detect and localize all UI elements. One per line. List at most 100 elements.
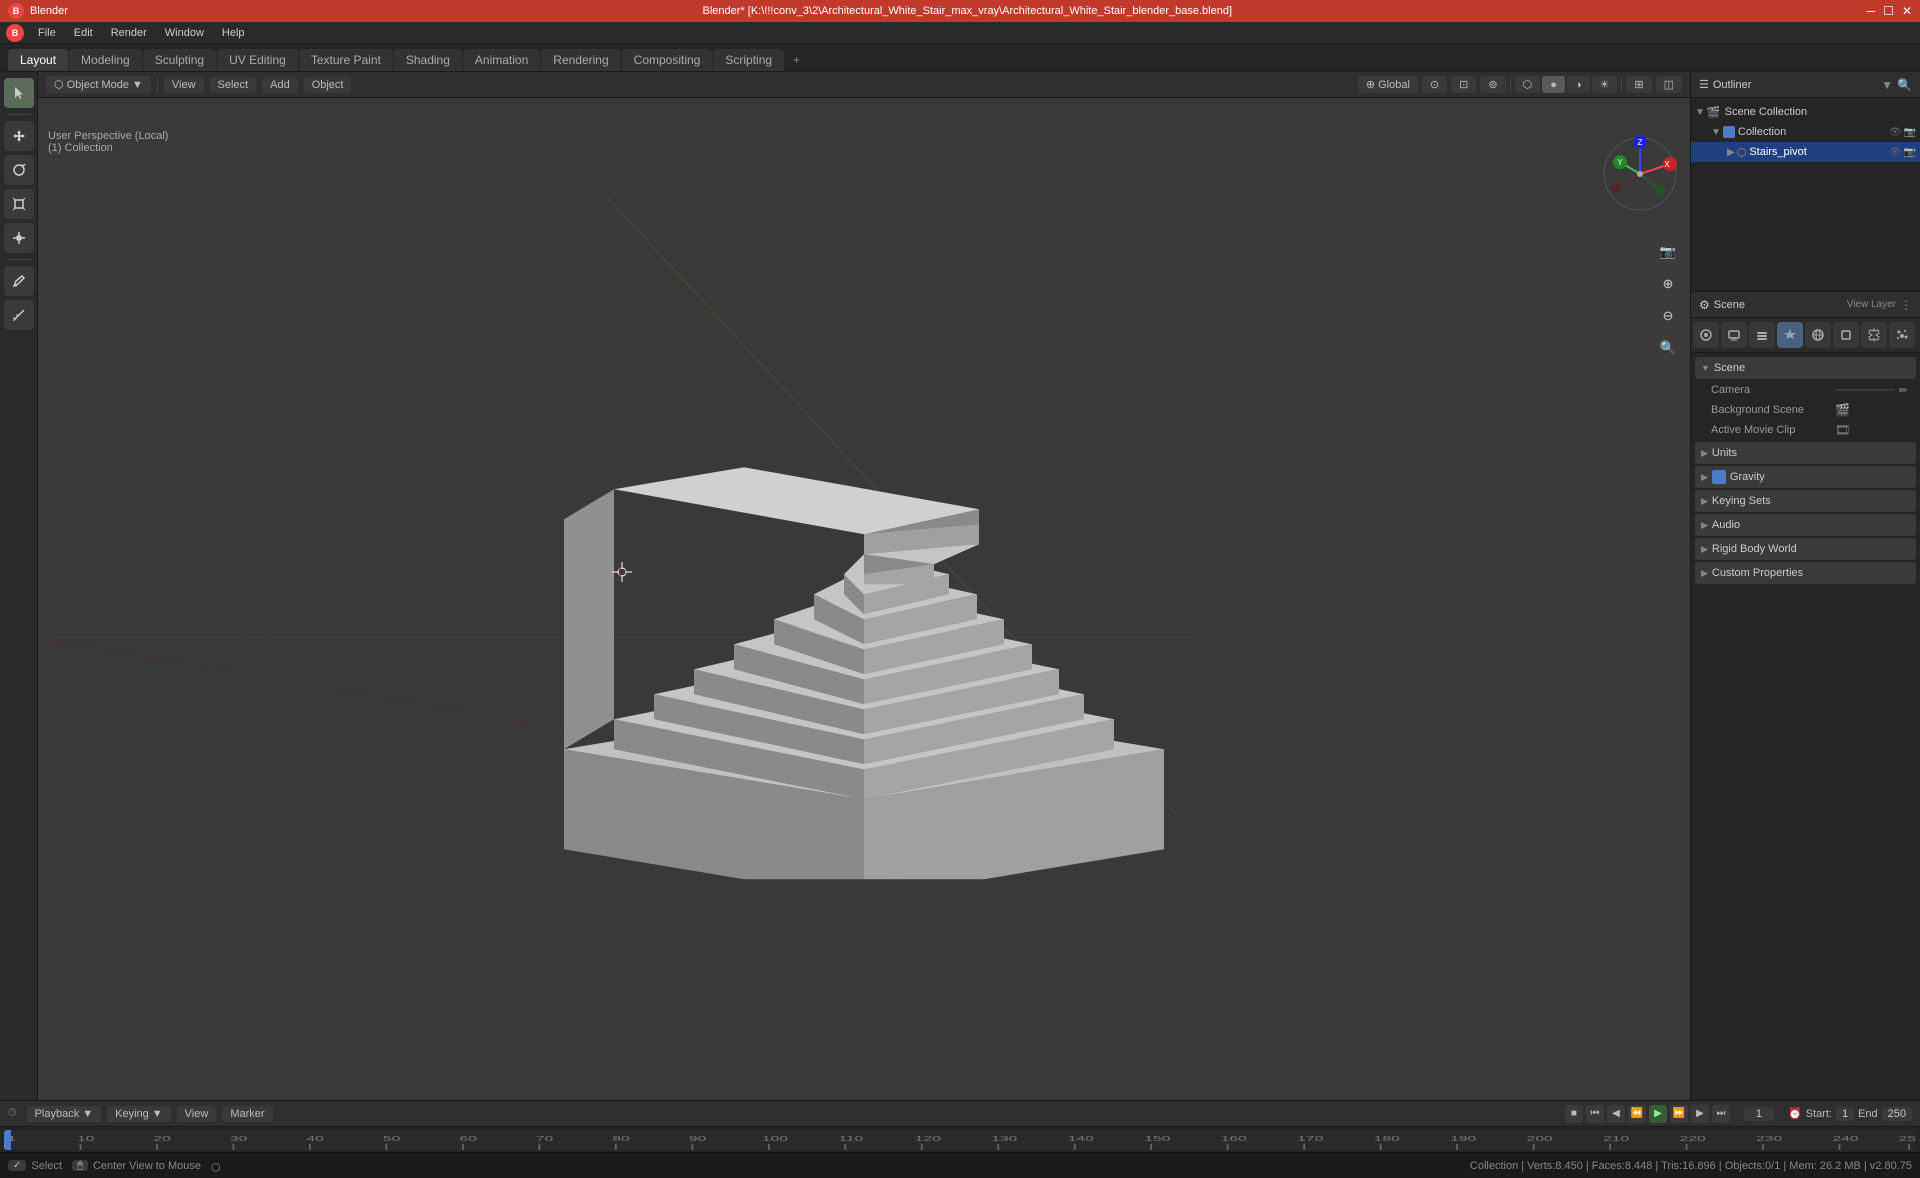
units-section-header[interactable]: ▶ Units — [1695, 442, 1916, 464]
end-frame-input[interactable]: 250 — [1882, 1107, 1912, 1121]
proportional-edit[interactable]: ⊚ — [1480, 76, 1505, 93]
navigation-gizmo[interactable]: X Y Z — [1600, 134, 1680, 214]
current-frame[interactable]: 1 — [1744, 1107, 1774, 1121]
tab-shading[interactable]: Shading — [394, 49, 462, 71]
tree-stairs-pivot[interactable]: ▶ ⬡ Stairs_pivot 👁 📷 — [1691, 142, 1920, 162]
tab-animation[interactable]: Animation — [463, 49, 540, 71]
overlay-toggle[interactable]: ⊞ — [1626, 76, 1651, 93]
background-scene-icon[interactable]: 🎬 — [1835, 403, 1850, 417]
tab-rendering[interactable]: Rendering — [541, 49, 620, 71]
movie-clip-icon[interactable]: 🎞 — [1835, 423, 1850, 437]
xray-toggle[interactable]: ◫ — [1656, 76, 1682, 93]
tab-layout[interactable]: Layout — [8, 49, 68, 71]
maximize-button[interactable]: ☐ — [1883, 4, 1894, 18]
props-tab-object[interactable] — [1833, 322, 1859, 348]
next-frame-button[interactable]: ▶ — [1691, 1105, 1709, 1123]
viewport-object-menu[interactable]: Object — [304, 77, 352, 93]
solid-mode[interactable]: ● — [1542, 76, 1565, 93]
tool-move[interactable] — [4, 121, 34, 151]
camera-value[interactable] — [1835, 389, 1895, 391]
global-orientation[interactable]: ⊕ Global — [1358, 76, 1418, 93]
props-tab-render[interactable] — [1693, 322, 1719, 348]
tool-measure[interactable] — [4, 300, 34, 330]
prev-keyframe-button[interactable]: ⏪ — [1628, 1105, 1646, 1123]
tab-texture-paint[interactable]: Texture Paint — [299, 49, 393, 71]
background-scene-label: Background Scene — [1711, 404, 1831, 416]
jump-to-end-button[interactable]: ⏭ — [1712, 1105, 1730, 1123]
tool-scale[interactable] — [4, 189, 34, 219]
menu-file[interactable]: File — [30, 25, 64, 41]
viewport-view-menu[interactable]: View — [164, 77, 204, 93]
viewport-add-menu[interactable]: Add — [262, 77, 298, 93]
props-tab-modifier[interactable] — [1861, 322, 1887, 348]
minimize-button[interactable]: ─ — [1867, 4, 1876, 18]
tab-compositing[interactable]: Compositing — [622, 49, 713, 71]
timeline-playback-menu[interactable]: Playback ▼ — [27, 1106, 102, 1122]
stop-button[interactable]: ■ — [1565, 1105, 1583, 1123]
mode-dropdown-icon: ▼ — [132, 79, 143, 91]
outliner-filter-btn[interactable]: ▼ — [1881, 78, 1893, 92]
props-tab-viewlayer[interactable] — [1749, 322, 1775, 348]
play-button[interactable]: ▶ — [1649, 1105, 1667, 1123]
menu-window[interactable]: Window — [157, 25, 212, 41]
outliner-search-btn[interactable]: 🔍 — [1897, 78, 1912, 92]
tool-rotate[interactable] — [4, 155, 34, 185]
collection-render[interactable]: 📷 — [1904, 127, 1916, 138]
prev-frame-button[interactable]: ◀ — [1607, 1105, 1625, 1123]
props-tab-world[interactable] — [1805, 322, 1831, 348]
props-tab-scene[interactable] — [1777, 322, 1803, 348]
props-options[interactable]: ⋮ — [1900, 298, 1912, 312]
tab-scripting[interactable]: Scripting — [713, 49, 784, 71]
camera-view-button[interactable]: 📷 — [1654, 238, 1682, 266]
wireframe-mode[interactable]: ⬡ — [1515, 76, 1541, 93]
rendered-mode[interactable]: ☀ — [1592, 76, 1618, 93]
next-keyframe-button[interactable]: ⏩ — [1670, 1105, 1688, 1123]
object-render[interactable]: 📷 — [1904, 147, 1916, 158]
viewport-3d[interactable]: ⬡ Object Mode ▼ View Select Add Object ⊕… — [38, 72, 1690, 1100]
menu-help[interactable]: Help — [214, 25, 253, 41]
viewport-search[interactable]: 🔍 — [1654, 334, 1682, 362]
gravity-checkbox[interactable] — [1712, 470, 1726, 484]
close-button[interactable]: ✕ — [1902, 4, 1912, 18]
start-frame-input[interactable]: 1 — [1836, 1107, 1854, 1121]
tab-uv-editing[interactable]: UV Editing — [217, 49, 298, 71]
custom-props-section-header[interactable]: ▶ Custom Properties — [1695, 562, 1916, 584]
tab-modeling[interactable]: Modeling — [69, 49, 142, 71]
scene-section-header[interactable]: ▼ Scene — [1695, 357, 1916, 379]
gravity-section-header[interactable]: ▶ Gravity — [1695, 466, 1916, 488]
snap-toggle[interactable]: ⊡ — [1451, 76, 1476, 93]
viewport-zoom-in[interactable]: ⊕ — [1654, 270, 1682, 298]
collection-visibility[interactable]: 👁 — [1889, 127, 1902, 138]
timeline-keying-menu[interactable]: Keying ▼ — [107, 1106, 171, 1122]
svg-text:90: 90 — [689, 1134, 707, 1142]
viewport-select-menu[interactable]: Select — [210, 77, 257, 93]
add-workspace-button[interactable]: + — [785, 49, 808, 71]
shading-buttons: ⬡ ● ◑ ☀ — [1515, 76, 1618, 93]
timeline-view-menu[interactable]: View — [177, 1106, 217, 1122]
background-scene-row: Background Scene 🎬 — [1695, 400, 1916, 420]
tree-scene-collection[interactable]: ▼ 🎬 Scene Collection — [1691, 102, 1920, 122]
props-tab-output[interactable] — [1721, 322, 1747, 348]
tab-sculpting[interactable]: Sculpting — [143, 49, 216, 71]
keying-sets-header[interactable]: ▶ Keying Sets — [1695, 490, 1916, 512]
object-visibility[interactable]: 👁 — [1889, 147, 1902, 158]
camera-pick-btn[interactable]: ✏ — [1899, 384, 1908, 397]
audio-section-header[interactable]: ▶ Audio — [1695, 514, 1916, 536]
center-view-label: Center View to Mouse — [93, 1160, 201, 1172]
material-preview[interactable]: ◑ — [1567, 76, 1590, 93]
viewport-mode-selector[interactable]: ⬡ Object Mode ▼ — [46, 76, 151, 93]
tree-collection[interactable]: ▼ Collection 👁 📷 — [1691, 122, 1920, 142]
tool-transform[interactable] — [4, 223, 34, 253]
menu-edit[interactable]: Edit — [66, 25, 101, 41]
tool-cursor[interactable] — [4, 78, 34, 108]
viewport-canvas[interactable]: User Perspective (Local) (1) Collection — [38, 98, 1690, 1100]
timeline-ruler[interactable]: 1 10 20 30 40 50 60 70 80 90 1 — [4, 1130, 1916, 1150]
rigid-body-section-header[interactable]: ▶ Rigid Body World — [1695, 538, 1916, 560]
jump-to-start-button[interactable]: ⏮ — [1586, 1105, 1604, 1123]
transform-pivot[interactable]: ⊙ — [1422, 76, 1447, 93]
tool-annotate[interactable] — [4, 266, 34, 296]
timeline-marker-menu[interactable]: Marker — [222, 1106, 272, 1122]
menu-render[interactable]: Render — [103, 25, 155, 41]
viewport-zoom-out[interactable]: ⊖ — [1654, 302, 1682, 330]
props-tab-particles[interactable] — [1889, 322, 1915, 348]
